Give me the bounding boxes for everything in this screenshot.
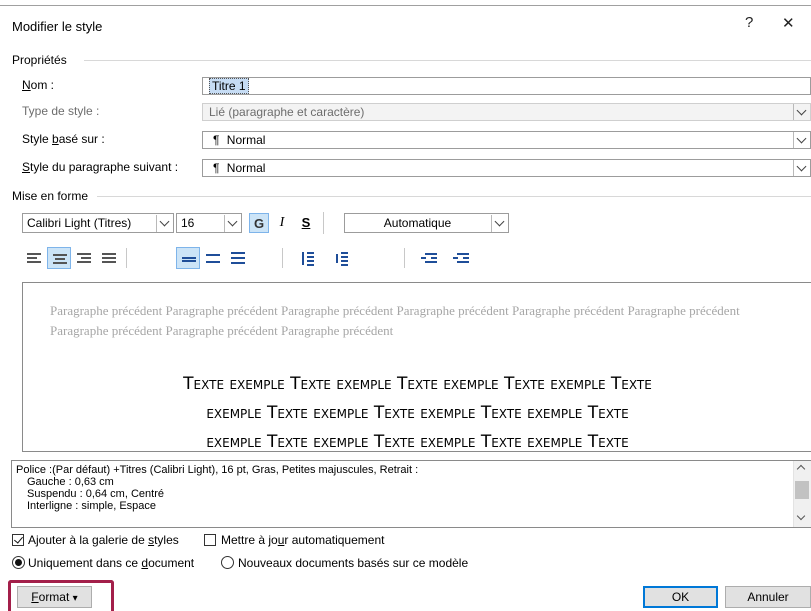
based-on-dropdown-button[interactable] — [793, 132, 810, 148]
align-left-button[interactable] — [22, 247, 46, 269]
justify-button[interactable] — [97, 247, 121, 269]
single-spacing-button[interactable] — [176, 247, 200, 269]
toolbar-separator — [282, 248, 283, 268]
description-line: Interligne : simple, Espace — [27, 500, 157, 512]
style-type-label: Type de style : — [22, 104, 100, 118]
close-button[interactable]: ✕ — [782, 14, 795, 32]
toolbar-separator — [323, 212, 324, 234]
style-description-box: Police :(Par défaut) +Titres (Calibri Li… — [11, 460, 811, 528]
preview-sample-line: exemple Texte exemple Texte exemple Text… — [206, 403, 629, 423]
pilcrow-icon: ¶ — [213, 161, 220, 175]
add-to-gallery-label[interactable]: Ajouter à la galerie de styles — [28, 533, 179, 547]
font-size-value: 16 — [181, 216, 195, 230]
toolbar-separator — [404, 248, 405, 268]
color-dropdown-button[interactable] — [491, 215, 508, 232]
pilcrow-icon: ¶ — [213, 133, 220, 147]
italic-button[interactable]: I — [272, 213, 292, 233]
radio-selected-dot — [15, 559, 22, 566]
one-half-spacing-button[interactable] — [201, 247, 225, 269]
based-on-label: Style basé sur : — [22, 132, 105, 146]
description-line: Gauche : 0,63 cm — [27, 476, 114, 488]
double-spacing-button[interactable] — [226, 247, 250, 269]
style-type-dropdown-button — [793, 104, 810, 120]
style-type-select: Lié (paragraphe et caractère) — [202, 103, 811, 121]
font-size-select[interactable]: 16 — [176, 213, 242, 233]
align-center-button[interactable] — [47, 247, 71, 269]
chevron-down-icon — [796, 133, 807, 144]
name-input-value: Titre 1 — [209, 78, 249, 94]
auto-update-label[interactable]: Mettre à jour automatiquement — [221, 533, 384, 547]
name-label: Nom : — [22, 78, 55, 92]
toolbar-separator — [126, 248, 127, 268]
chevron-down-icon — [227, 216, 238, 227]
properties-divider — [84, 60, 811, 61]
dialog-title: Modifier le style — [12, 19, 103, 34]
preview-sample-line: Texte exemple Texte exemple Texte exempl… — [183, 374, 652, 394]
name-input[interactable]: Titre 1 — [202, 77, 811, 95]
increase-indent-button[interactable] — [450, 247, 474, 269]
preview-sample-line: exemple Texte exemple Texte exemple Text… — [206, 432, 629, 452]
based-on-select[interactable]: ¶ Normal — [202, 131, 811, 149]
chevron-down-icon — [494, 216, 505, 227]
font-dropdown-button[interactable] — [156, 215, 173, 232]
format-button[interactable]: Format ▾ — [17, 586, 92, 608]
ok-button[interactable]: OK — [643, 586, 718, 608]
new-documents-label[interactable]: Nouveaux documents basés sur ce modèle — [238, 556, 468, 570]
scroll-up-icon[interactable] — [796, 464, 806, 474]
only-this-document-label[interactable]: Uniquement dans ce document — [28, 556, 194, 570]
preview-previous-paragraph: Paragraphe précédent Paragraphe précéden… — [50, 303, 740, 338]
bold-button[interactable]: G — [249, 213, 269, 233]
chevron-down-icon — [796, 161, 807, 172]
font-select[interactable]: Calibri Light (Titres) — [22, 213, 174, 233]
checkmark-icon — [14, 534, 23, 544]
based-on-value: Normal — [226, 133, 266, 147]
cancel-button[interactable]: Annuler — [725, 586, 811, 608]
add-to-gallery-checkbox[interactable] — [12, 534, 24, 546]
chevron-down-icon — [159, 216, 170, 227]
description-scrollbar[interactable] — [793, 461, 811, 527]
style-preview-pane: Paragraphe précédent Paragraphe précéden… — [22, 282, 811, 452]
properties-section-label: Propriétés — [12, 53, 67, 67]
only-this-document-radio[interactable] — [12, 556, 25, 569]
decrease-paragraph-spacing-button[interactable] — [330, 247, 354, 269]
underline-button[interactable]: S — [296, 213, 316, 233]
auto-update-checkbox[interactable] — [204, 534, 216, 546]
help-button[interactable]: ? — [745, 14, 753, 31]
color-value: Automatique — [383, 216, 452, 230]
next-style-label: Style du paragraphe suivant : — [22, 160, 179, 174]
align-right-button[interactable] — [72, 247, 96, 269]
next-style-dropdown-button[interactable] — [793, 160, 810, 176]
color-select[interactable]: Automatique — [344, 213, 509, 233]
formatting-section-label: Mise en forme — [12, 189, 89, 203]
window-top-border — [0, 5, 811, 6]
scrollbar-thumb[interactable] — [795, 481, 809, 499]
font-size-dropdown-button[interactable] — [224, 215, 241, 232]
new-documents-radio[interactable] — [221, 556, 234, 569]
description-line: Police :(Par défaut) +Titres (Calibri Li… — [16, 464, 419, 476]
increase-paragraph-spacing-button[interactable] — [296, 247, 320, 269]
scroll-down-icon[interactable] — [796, 511, 806, 521]
next-style-value: Normal — [226, 161, 266, 175]
dropdown-arrow-icon: ▾ — [72, 593, 78, 604]
decrease-indent-button[interactable] — [418, 247, 442, 269]
font-value: Calibri Light (Titres) — [27, 216, 132, 230]
chevron-down-icon — [796, 105, 807, 116]
next-style-select[interactable]: ¶ Normal — [202, 159, 811, 177]
style-type-value: Lié (paragraphe et caractère) — [209, 105, 365, 119]
description-line: Suspendu : 0,64 cm, Centré — [27, 488, 164, 500]
formatting-divider — [97, 196, 811, 197]
